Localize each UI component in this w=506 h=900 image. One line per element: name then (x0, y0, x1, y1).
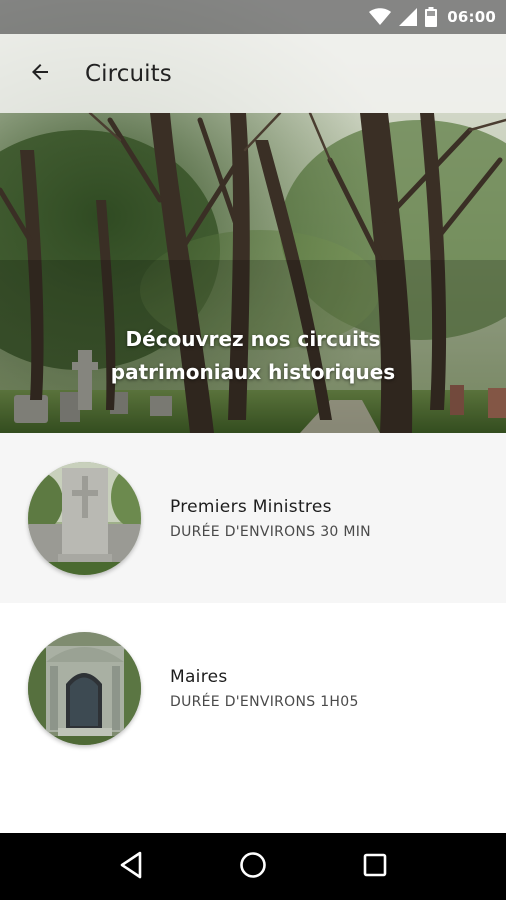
app-screen: 06:00 Circuits Découvrez nos circuits pa… (0, 0, 506, 900)
nav-back-icon (118, 851, 144, 883)
hero-caption: Découvrez nos circuits patrimoniaux hist… (0, 323, 506, 389)
nav-home-button[interactable] (225, 839, 281, 895)
nav-recents-icon (363, 853, 387, 881)
circuit-duration: DURÉE D'ENVIRONS 1H05 (170, 693, 359, 710)
status-bar: 06:00 (0, 0, 506, 34)
circuit-text: Maires DURÉE D'ENVIRONS 1H05 (170, 667, 359, 710)
circuit-text: Premiers Ministres DURÉE D'ENVIRONS 30 M… (170, 497, 371, 540)
page-title: Circuits (85, 60, 172, 87)
app-toolbar: Circuits (0, 34, 506, 113)
nav-recents-button[interactable] (347, 839, 403, 895)
circuit-thumbnail (28, 631, 141, 745)
hero-caption-line2: patrimoniaux historiques (110, 360, 396, 384)
status-clock: 06:00 (447, 8, 496, 26)
nav-home-icon (239, 851, 267, 883)
wifi-icon (369, 8, 392, 26)
circuit-thumbnail (28, 461, 141, 575)
circuit-item-premiers-ministres[interactable]: Premiers Ministres DURÉE D'ENVIRONS 30 M… (0, 433, 506, 603)
circuit-duration: DURÉE D'ENVIRONS 30 MIN (170, 523, 371, 540)
signal-icon (399, 8, 418, 26)
system-nav-bar (0, 833, 506, 900)
circuit-name: Premiers Ministres (170, 496, 332, 517)
arrow-back-icon (28, 60, 52, 88)
back-button[interactable] (16, 50, 64, 98)
circuit-item-maires[interactable]: Maires DURÉE D'ENVIRONS 1H05 (0, 603, 506, 773)
nav-back-button[interactable] (103, 839, 159, 895)
circuits-list: Premiers Ministres DURÉE D'ENVIRONS 30 M… (0, 433, 506, 773)
battery-icon (425, 7, 438, 27)
hero-caption-line1: Découvrez nos circuits (125, 327, 381, 351)
circuit-name: Maires (170, 666, 228, 687)
